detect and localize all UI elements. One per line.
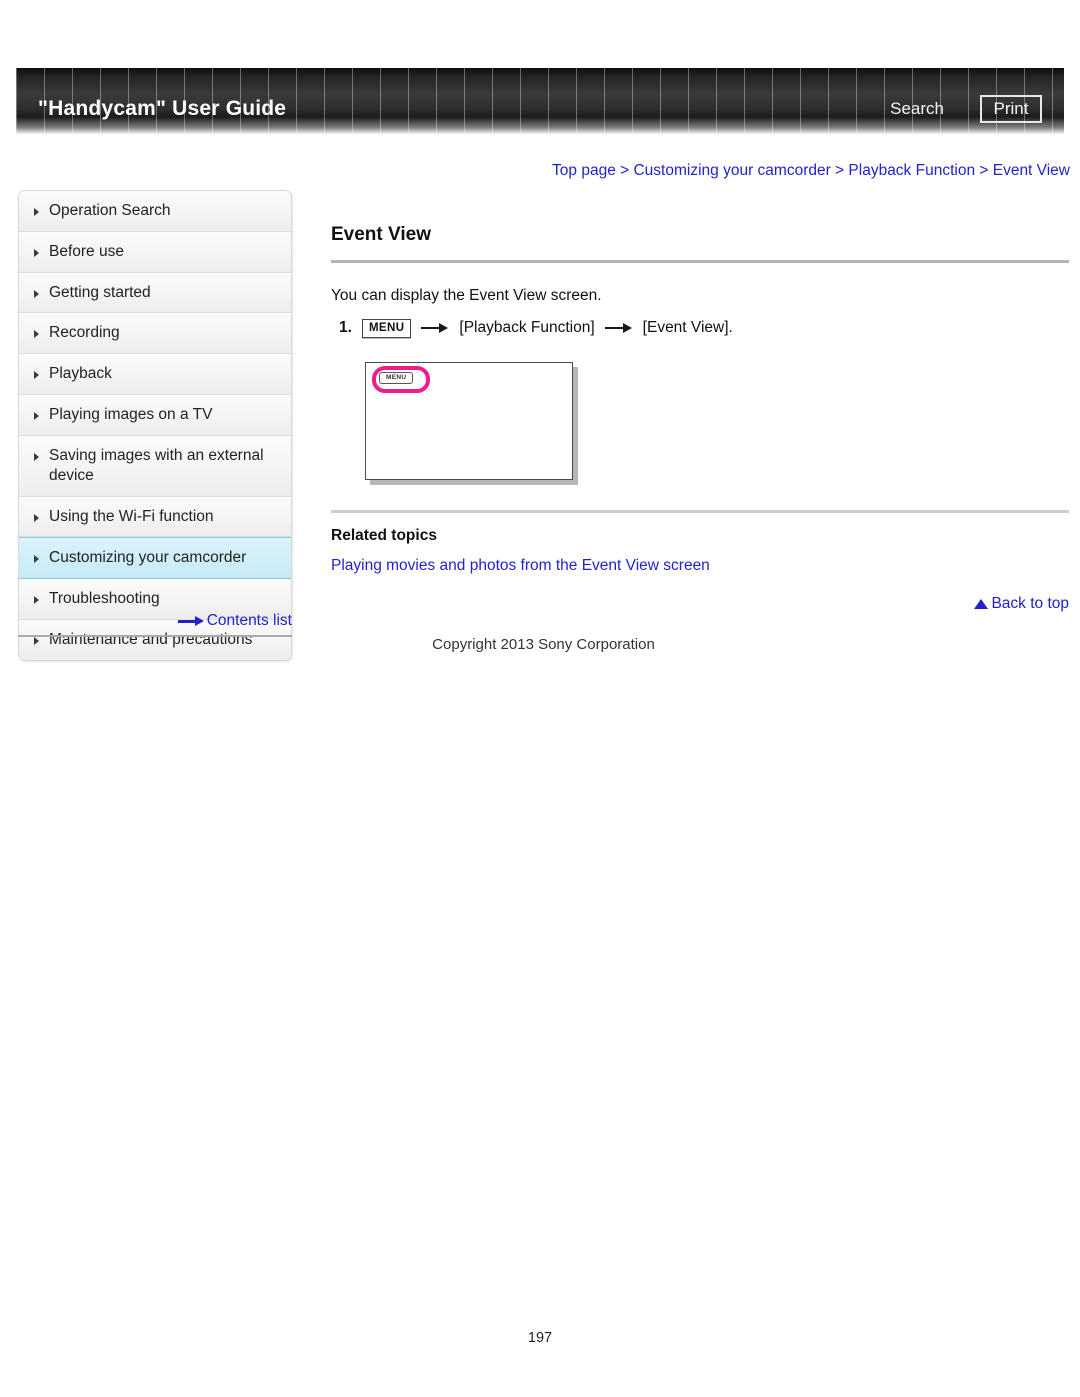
step-1: 1. MENU [Playback Function] [Event View]… [339, 319, 1069, 338]
triangle-right-icon [34, 371, 39, 380]
back-to-top-link[interactable]: Back to top [331, 595, 1069, 613]
contents-list-link[interactable]: Contents list [18, 612, 292, 630]
sidebar-item-label: Maintenance and precautions [49, 631, 253, 649]
sidebar-item-label: Before use [49, 242, 124, 260]
arrow-right-icon [177, 615, 204, 626]
related-topics-title: Related topics [331, 526, 437, 544]
triangle-right-icon [34, 596, 39, 605]
related-topic-link[interactable]: Playing movies and photos from the Event… [331, 557, 1069, 575]
triangle-right-icon [34, 248, 39, 257]
sidebar-item-label: Customizing your camcorder [49, 549, 247, 567]
sidebar-item-operation-search[interactable]: Operation Search [19, 191, 291, 232]
sidebar-item-before-use[interactable]: Before use [19, 231, 291, 273]
sidebar-bottom-divider [18, 635, 292, 637]
triangle-right-icon [34, 513, 39, 522]
sidebar-item-label: Getting started [49, 283, 151, 301]
sidebar-item-saving-images-external-device[interactable]: Saving images with an external device [19, 435, 291, 497]
step-number: 1. [339, 319, 352, 337]
sidebar-nav: Operation Search Before use Getting star… [18, 190, 292, 661]
intro-paragraph: You can display the Event View screen. [331, 287, 602, 304]
print-button[interactable]: Print [980, 95, 1042, 123]
arrow-right-icon [421, 322, 449, 334]
screen-frame: MENU [365, 361, 573, 480]
triangle-right-icon [34, 208, 39, 216]
sidebar-item-label: Troubleshooting [49, 590, 160, 608]
page-number: 197 [527, 1330, 553, 1346]
arrow-right-icon [604, 322, 633, 334]
sidebar-item-using-the-wifi-function[interactable]: Using the Wi-Fi function [19, 496, 291, 538]
sidebar-item-playback[interactable]: Playback [19, 354, 291, 396]
triangle-right-icon [34, 555, 39, 564]
main-content: Event View You can display the Event Vie… [331, 224, 1069, 613]
sidebar-item-customizing-your-camcorder[interactable]: Customizing your camcorder [19, 537, 291, 580]
site-header-banner: "Handycam" User Guide Search Print [16, 68, 1064, 134]
breadcrumb[interactable]: Top page > Customizing your camcorder > … [330, 162, 1070, 180]
sidebar-item-label: Playing images on a TV [49, 406, 213, 424]
step-target-playback-function: [Playback Function] [459, 319, 595, 337]
step-target-event-view: [Event View]. [642, 319, 733, 337]
sidebar-item-label: Playback [49, 365, 112, 383]
triangle-right-icon [34, 330, 39, 339]
search-link[interactable]: Search [890, 99, 944, 119]
highlight-callout [372, 365, 430, 393]
triangle-right-icon [34, 452, 39, 461]
back-to-top-label: Back to top [991, 594, 1069, 612]
sidebar-item-label: Recording [49, 324, 120, 342]
sidebar-item-label: Saving images with an external device [49, 446, 264, 484]
sidebar-item-getting-started[interactable]: Getting started [19, 272, 291, 314]
sidebar-item-recording[interactable]: Recording [19, 313, 291, 355]
site-title: "Handycam" User Guide [38, 97, 287, 120]
triangle-up-icon [974, 598, 989, 609]
copyright-text: Copyright 2013 Sony Corporation [432, 636, 655, 653]
title-divider [331, 260, 1069, 263]
triangle-right-icon [34, 412, 39, 421]
triangle-right-icon [34, 637, 39, 646]
page-title: Event View [331, 224, 431, 245]
document-page: "Handycam" User Guide Search Print Top p… [0, 0, 1080, 1397]
triangle-right-icon [34, 289, 39, 298]
related-topics-divider [331, 509, 1069, 513]
sidebar-item-label: Operation Search [49, 202, 171, 219]
menu-button-icon: MENU [361, 319, 412, 338]
camcorder-screen-illustration: MENU [365, 361, 577, 484]
sidebar-item-label: Using the Wi-Fi function [49, 507, 214, 525]
sidebar-item-playing-images-on-a-tv[interactable]: Playing images on a TV [19, 395, 291, 436]
contents-list-label: Contents list [206, 612, 292, 629]
